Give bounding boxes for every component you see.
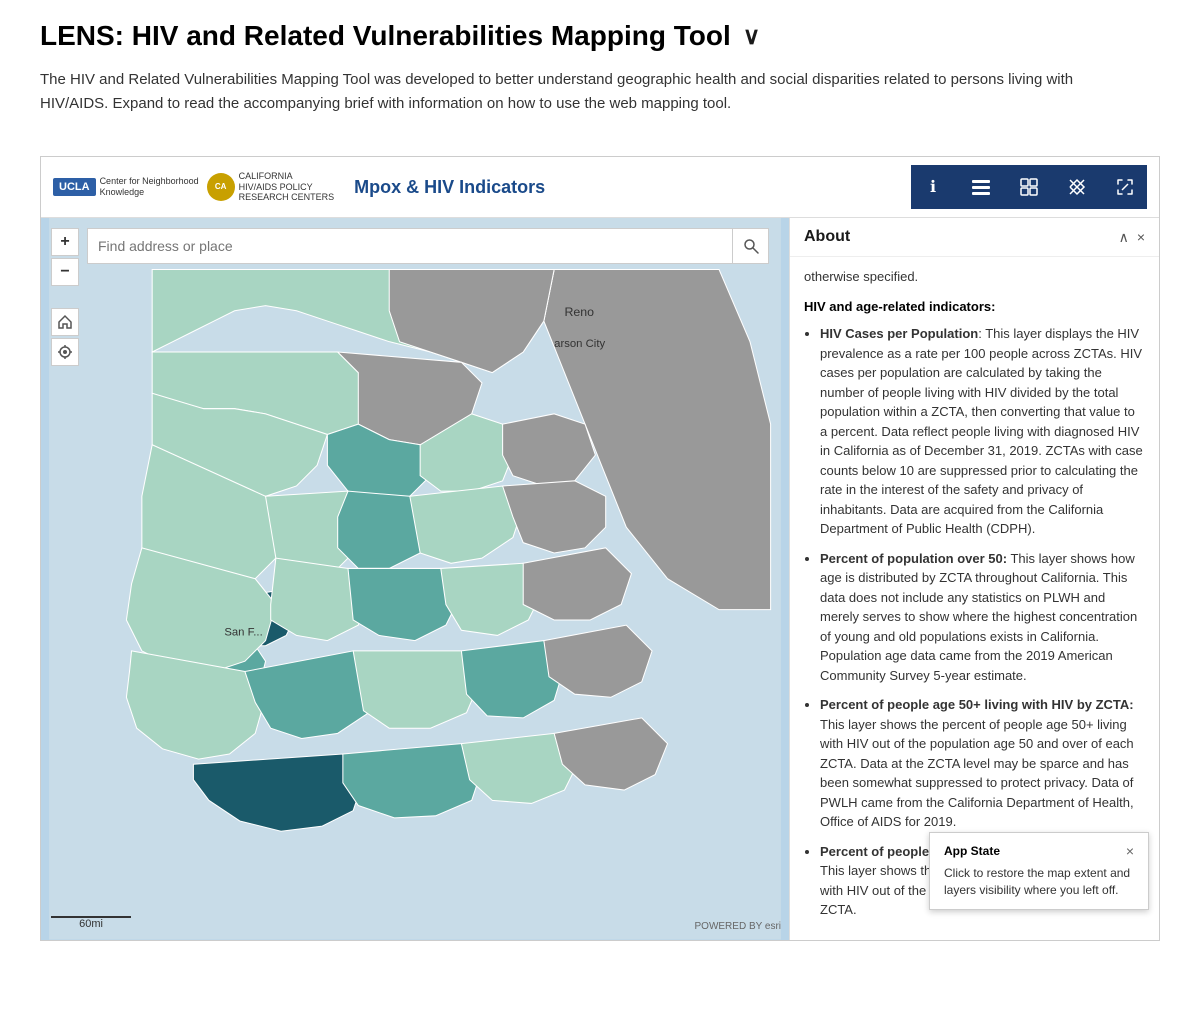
list-button[interactable] <box>1007 165 1051 209</box>
cnk-text: Center for Neighborhood Knowledge <box>100 176 199 198</box>
reno-label: Reno <box>564 305 594 319</box>
about-header-icons: ∧ × <box>1119 229 1145 246</box>
about-close-button[interactable]: × <box>1137 229 1145 246</box>
search-bar <box>87 228 769 264</box>
about-item-1-term: Percent of population over 50: <box>820 551 1007 566</box>
about-item-1-desc: This layer shows how age is distributed … <box>820 551 1137 683</box>
ucla-logos: UCLA Center for Neighborhood Knowledge C… <box>53 171 334 203</box>
map-nav-buttons <box>51 308 79 366</box>
about-header: About ∧ × <box>790 218 1159 257</box>
location-button[interactable] <box>51 338 79 366</box>
about-items-list: HIV Cases per Population: This layer dis… <box>804 324 1145 920</box>
expand-icon[interactable]: ∨ <box>743 22 761 51</box>
app-state-close-button[interactable]: × <box>1126 843 1134 859</box>
caids-circle: CA <box>207 173 235 201</box>
about-item-1: Percent of population over 50: This laye… <box>820 549 1145 686</box>
page-description: The HIV and Related Vulnerabilities Mapp… <box>40 68 1140 116</box>
california-map-svg: Reno arson City San F... <box>41 218 789 940</box>
about-item-0: HIV Cases per Population: This layer dis… <box>820 324 1145 539</box>
about-collapse-button[interactable]: ∧ <box>1119 229 1129 246</box>
sanf-label: San F... <box>224 626 262 638</box>
grid-button[interactable] <box>1055 165 1099 209</box>
zoom-controls: + − <box>51 228 79 286</box>
map-toolbar: UCLA Center for Neighborhood Knowledge C… <box>41 157 1159 218</box>
about-item-0-term: HIV Cases per Population <box>820 326 978 341</box>
search-input[interactable] <box>87 228 733 264</box>
about-title: About <box>804 228 850 246</box>
home-button[interactable] <box>51 308 79 336</box>
caids-text: CALIFORNIA HIV/AIDS POLICY RESEARCH CENT… <box>239 171 335 203</box>
app-state-title: App State <box>944 844 1000 858</box>
page-title-container: LENS: HIV and Related Vulnerabilities Ma… <box>40 20 1160 52</box>
search-button[interactable] <box>733 228 769 264</box>
about-item-2-term: Percent of people age 50+ living with HI… <box>820 697 1134 712</box>
scale-label: 60mi <box>79 918 103 930</box>
about-panel: About ∧ × otherwise specified. HIV and a… <box>789 218 1159 940</box>
page-header: LENS: HIV and Related Vulnerabilities Ma… <box>0 0 1200 126</box>
app-state-text: Click to restore the map extent and laye… <box>944 865 1134 899</box>
map-title: Mpox & HIV Indicators <box>354 177 545 198</box>
map-body: Reno arson City San F... + − <box>41 218 1159 940</box>
zoom-out-button[interactable]: − <box>51 258 79 286</box>
caids-logo: CA CALIFORNIA HIV/AIDS POLICY RESEARCH C… <box>207 171 335 203</box>
info-button[interactable]: ℹ <box>911 165 955 209</box>
ucla-badge: UCLA <box>53 178 96 196</box>
about-item-0-desc: : This layer displays the HIV prevalence… <box>820 326 1143 536</box>
esri-logo: POWERED BY esri <box>695 921 782 932</box>
app-state-tooltip: App State × Click to restore the map ext… <box>929 832 1149 910</box>
about-item-2-desc: This layer shows the percent of people a… <box>820 717 1134 830</box>
about-section-title: HIV and age-related indicators: <box>804 297 1145 317</box>
map-container: UCLA Center for Neighborhood Knowledge C… <box>40 156 1160 941</box>
about-item-2: Percent of people age 50+ living with HI… <box>820 695 1145 832</box>
app-state-header: App State × <box>944 843 1134 859</box>
toolbar-icons: ℹ <box>911 165 1147 209</box>
zoom-in-button[interactable]: + <box>51 228 79 256</box>
layers-button[interactable] <box>959 165 1003 209</box>
page-title: LENS: HIV and Related Vulnerabilities Ma… <box>40 20 731 52</box>
about-intro: otherwise specified. <box>804 267 1145 287</box>
scale-bar: 60mi <box>51 916 131 930</box>
carson-label: arson City <box>554 338 605 350</box>
expand-map-button[interactable] <box>1103 165 1147 209</box>
map-area[interactable]: Reno arson City San F... + − <box>41 218 789 940</box>
cnk-logo: UCLA Center for Neighborhood Knowledge <box>53 176 199 198</box>
